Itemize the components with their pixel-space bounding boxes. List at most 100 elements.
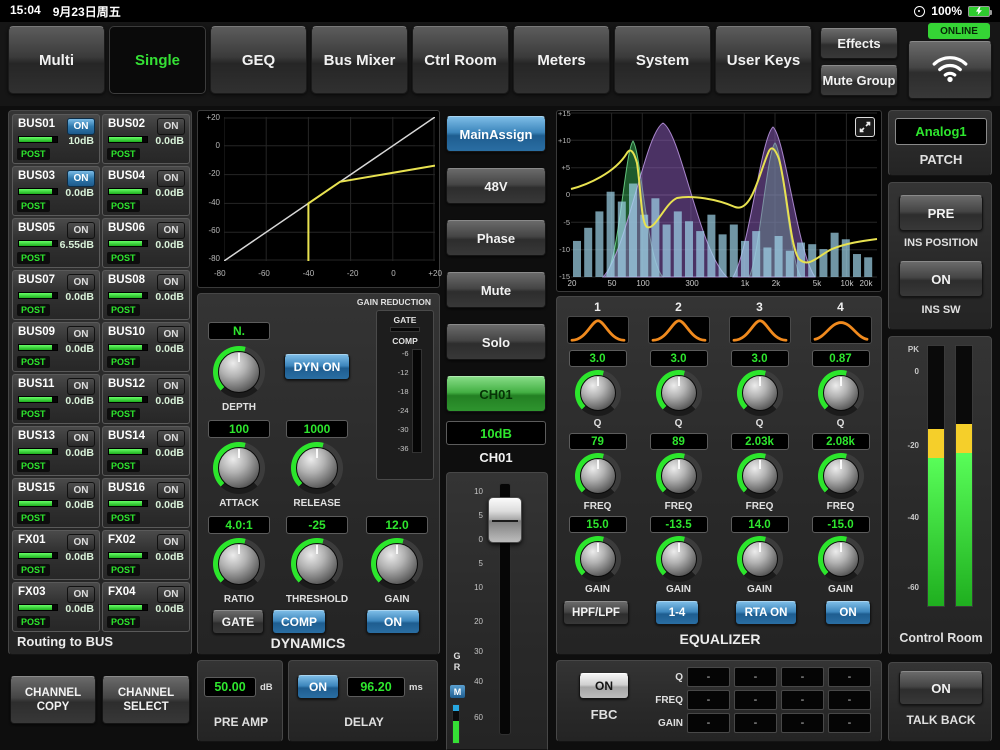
solo-button[interactable]: Solo — [446, 324, 546, 360]
bus-cell[interactable]: BUS11 ON 0.0dB POST — [12, 374, 100, 424]
eq-gain-knob[interactable] — [736, 536, 783, 582]
eq-q-knob[interactable] — [574, 370, 621, 416]
bus-tap-button[interactable]: POST — [107, 304, 140, 316]
bus-cell[interactable]: BUS09 ON 0.0dB POST — [12, 322, 100, 372]
bus-cell[interactable]: BUS05 ON 6.55dB POST — [12, 218, 100, 268]
tab-geq[interactable]: GEQ — [210, 26, 307, 94]
ratio-knob[interactable] — [213, 538, 265, 590]
bus-on-button[interactable]: ON — [67, 222, 95, 239]
bus-cell[interactable]: BUS06 ON 0.0dB POST — [102, 218, 190, 268]
tab-bus-mixer[interactable]: Bus Mixer — [311, 26, 408, 94]
bus-tap-button[interactable]: POST — [107, 616, 140, 628]
bus-tap-button[interactable]: POST — [17, 356, 50, 368]
channel-select-button[interactable]: CHANNEL SELECT — [102, 676, 190, 724]
bus-cell[interactable]: BUS04 ON 0.0dB POST — [102, 166, 190, 216]
bus-tap-button[interactable]: POST — [17, 408, 50, 420]
bus-tap-button[interactable]: POST — [17, 148, 50, 160]
channel-select-name-button[interactable]: CH01 — [446, 376, 546, 412]
wifi-button[interactable] — [908, 41, 992, 99]
dynamics-on-button[interactable]: ON — [366, 610, 420, 634]
delay-on-button[interactable]: ON — [297, 675, 339, 699]
eq-gain-knob[interactable] — [574, 536, 621, 582]
bus-on-button[interactable]: ON — [157, 378, 185, 395]
bus-on-button[interactable]: ON — [67, 118, 95, 135]
bus-tap-button[interactable]: POST — [107, 356, 140, 368]
bus-cell[interactable]: FX01 ON 0.0dB POST — [12, 530, 100, 580]
bus-on-button[interactable]: ON — [157, 118, 185, 135]
tab-ctrl-room[interactable]: Ctrl Room — [412, 26, 509, 94]
bus-on-button[interactable]: ON — [67, 482, 95, 499]
bus-on-button[interactable]: ON — [67, 534, 95, 551]
main-assign-button[interactable]: MainAssign — [446, 116, 546, 152]
bus-tap-button[interactable]: POST — [107, 200, 140, 212]
bus-tap-button[interactable]: POST — [107, 148, 140, 160]
tab-meters[interactable]: Meters — [513, 26, 610, 94]
release-knob[interactable] — [291, 442, 343, 494]
attack-knob[interactable] — [213, 442, 265, 494]
bus-on-button[interactable]: ON — [67, 586, 95, 603]
eq-freq-knob[interactable] — [574, 453, 621, 499]
bus-tap-button[interactable]: POST — [107, 460, 140, 472]
eq-q-knob[interactable] — [736, 370, 783, 416]
mute-group-button[interactable]: Mute Group — [820, 65, 898, 96]
bus-cell[interactable]: FX03 ON 0.0dB POST — [12, 582, 100, 632]
bus-cell[interactable]: BUS08 ON 0.0dB POST — [102, 270, 190, 320]
phantom-48v-button[interactable]: 48V — [446, 168, 546, 204]
bus-on-button[interactable]: ON — [67, 326, 95, 343]
mute-button[interactable]: Mute — [446, 272, 546, 308]
bus-tap-button[interactable]: POST — [17, 200, 50, 212]
bus-on-button[interactable]: ON — [157, 482, 185, 499]
fbc-on-button[interactable]: ON — [579, 673, 629, 699]
bus-on-button[interactable]: ON — [67, 170, 95, 187]
bus-on-button[interactable]: ON — [67, 430, 95, 447]
bus-tap-button[interactable]: POST — [107, 252, 140, 264]
bus-cell[interactable]: BUS02 ON 0.0dB POST — [102, 114, 190, 164]
bus-on-button[interactable]: ON — [157, 170, 185, 187]
expand-icon[interactable] — [855, 117, 875, 137]
dyn-on-button[interactable]: DYN ON — [284, 354, 350, 380]
gate-button[interactable]: GATE — [212, 610, 264, 634]
eq-freq-knob[interactable] — [736, 453, 783, 499]
patch-source-value[interactable]: Analog1 — [895, 118, 987, 145]
fader-handle[interactable] — [488, 497, 522, 543]
eq-freq-knob[interactable] — [655, 453, 702, 499]
rta-on-button[interactable]: RTA ON — [735, 601, 797, 625]
eq-on-button[interactable]: ON — [825, 601, 871, 625]
ins-position-button[interactable]: PRE — [899, 195, 983, 231]
hpf-lpf-button[interactable]: HPF/LPF — [563, 601, 629, 625]
makeup-gain-knob[interactable] — [371, 538, 423, 590]
bus-cell[interactable]: BUS15 ON 0.0dB POST — [12, 478, 100, 528]
depth-knob[interactable] — [213, 346, 265, 398]
bus-cell[interactable]: BUS10 ON 0.0dB POST — [102, 322, 190, 372]
bus-on-button[interactable]: ON — [157, 326, 185, 343]
bus-on-button[interactable]: ON — [67, 274, 95, 291]
tab-multi[interactable]: Multi — [8, 26, 105, 94]
bus-on-button[interactable]: ON — [157, 534, 185, 551]
bell-curve-icon[interactable] — [566, 316, 629, 344]
bus-on-button[interactable]: ON — [157, 430, 185, 447]
bus-cell[interactable]: FX02 ON 0.0dB POST — [102, 530, 190, 580]
bell-curve-icon[interactable] — [809, 316, 872, 344]
bus-tap-button[interactable]: POST — [107, 512, 140, 524]
bus-on-button[interactable]: ON — [157, 586, 185, 603]
comp-button[interactable]: COMP — [272, 610, 326, 634]
bus-cell[interactable]: BUS16 ON 0.0dB POST — [102, 478, 190, 528]
band-range-button[interactable]: 1-4 — [655, 601, 699, 625]
tab-user-keys[interactable]: User Keys — [715, 26, 812, 94]
bus-tap-button[interactable]: POST — [17, 564, 50, 576]
phase-button[interactable]: Phase — [446, 220, 546, 256]
tab-system[interactable]: System — [614, 26, 711, 94]
bus-cell[interactable]: BUS01 ON 10dB POST — [12, 114, 100, 164]
bus-cell[interactable]: FX04 ON 0.0dB POST — [102, 582, 190, 632]
eq-freq-knob[interactable] — [817, 453, 864, 499]
channel-copy-button[interactable]: CHANNEL COPY — [10, 676, 96, 724]
ins-sw-button[interactable]: ON — [899, 261, 983, 297]
bus-on-button[interactable]: ON — [157, 274, 185, 291]
eq-gain-knob[interactable] — [817, 536, 864, 582]
bus-cell[interactable]: BUS03 ON 0.0dB POST — [12, 166, 100, 216]
eq-q-knob[interactable] — [817, 370, 864, 416]
eq-gain-knob[interactable] — [655, 536, 702, 582]
bus-tap-button[interactable]: POST — [107, 564, 140, 576]
bus-tap-button[interactable]: POST — [107, 408, 140, 420]
tab-single[interactable]: Single — [109, 26, 206, 94]
